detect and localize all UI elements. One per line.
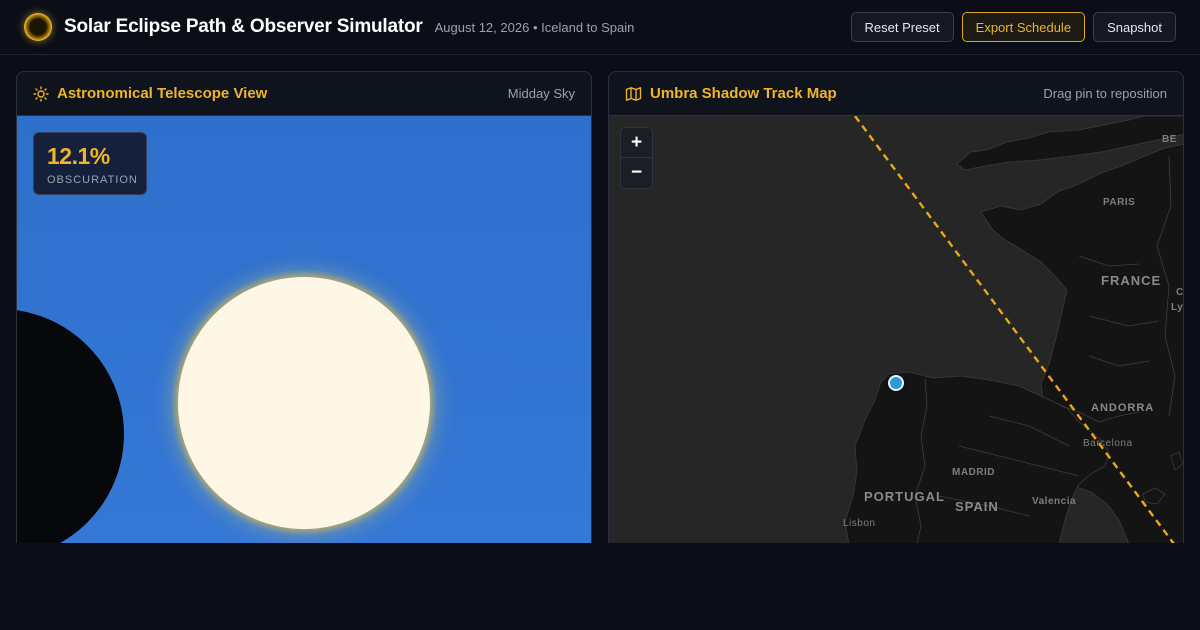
eclipse-logo-icon	[24, 13, 52, 41]
map-fold-icon	[625, 86, 642, 102]
eclipse-route: Iceland to Spain	[541, 19, 635, 35]
eclipse-date: August 12, 2026	[434, 19, 530, 35]
sun-disc	[178, 277, 430, 529]
map-label-valencia: Valencia	[1032, 496, 1077, 507]
app-header: Solar Eclipse Path & Observer Simulator …	[0, 0, 1200, 55]
map-label-spain: SPAIN	[955, 499, 999, 514]
telescope-sky-view[interactable]: 12.1% OBSCURATION	[17, 116, 591, 543]
map-label-lisbon: Lisbon	[843, 518, 876, 529]
snapshot-button[interactable]: Snapshot	[1093, 12, 1176, 42]
map-label-lyon: Ly	[1171, 302, 1184, 313]
map-label-paris: PARIS	[1103, 197, 1136, 208]
map-panel-header: Umbra Shadow Track Map Drag pin to repos…	[609, 72, 1183, 116]
map-panel-title: Umbra Shadow Track Map	[650, 85, 837, 102]
reset-preset-button[interactable]: Reset Preset	[850, 12, 954, 42]
shadow-track-map[interactable]: BE PARIS FRANCE C Ly ANDORRA Barcelona M…	[609, 116, 1184, 543]
moon-disc[interactable]	[17, 309, 124, 543]
map-panel: Umbra Shadow Track Map Drag pin to repos…	[608, 71, 1184, 543]
map-label-france: FRANCE	[1101, 273, 1162, 288]
header-subtitle: August 12, 2026 • Iceland to Spain	[435, 20, 635, 35]
map-basemap	[844, 116, 1183, 543]
telescope-panel-title: Astronomical Telescope View	[57, 85, 268, 102]
map-label-andorra: ANDORRA	[1091, 402, 1155, 414]
map-label-barcelona: Barcelona	[1083, 438, 1133, 449]
map-label-c-edge: C	[1176, 287, 1184, 298]
obscuration-value: 12.1%	[47, 143, 110, 169]
obscuration-label: OBSCURATION	[47, 174, 138, 186]
telescope-panel: Astronomical Telescope View Midday Sky 1…	[16, 71, 592, 543]
export-schedule-button[interactable]: Export Schedule	[961, 12, 1086, 42]
zoom-out-button[interactable]: −	[621, 158, 652, 188]
zoom-in-button[interactable]: +	[621, 128, 652, 158]
map-label-bern: BE	[1162, 134, 1177, 145]
map-zoom-control: + −	[620, 127, 653, 189]
sun-outline-icon	[33, 85, 49, 102]
observer-location-pin[interactable]	[888, 375, 904, 391]
subtitle-separator: •	[532, 19, 538, 35]
map-label-madrid: MADRID	[952, 467, 995, 478]
sky-mode-label: Midday Sky	[507, 86, 575, 101]
telescope-panel-header: Astronomical Telescope View Midday Sky	[17, 72, 591, 116]
map-hint: Drag pin to reposition	[1043, 86, 1167, 101]
obscuration-readout: 12.1% OBSCURATION	[33, 132, 147, 195]
app-title: Solar Eclipse Path & Observer Simulator	[64, 16, 423, 37]
map-label-portugal: PORTUGAL	[864, 489, 945, 504]
header-actions: Reset Preset Export Schedule Snapshot	[850, 12, 1176, 42]
